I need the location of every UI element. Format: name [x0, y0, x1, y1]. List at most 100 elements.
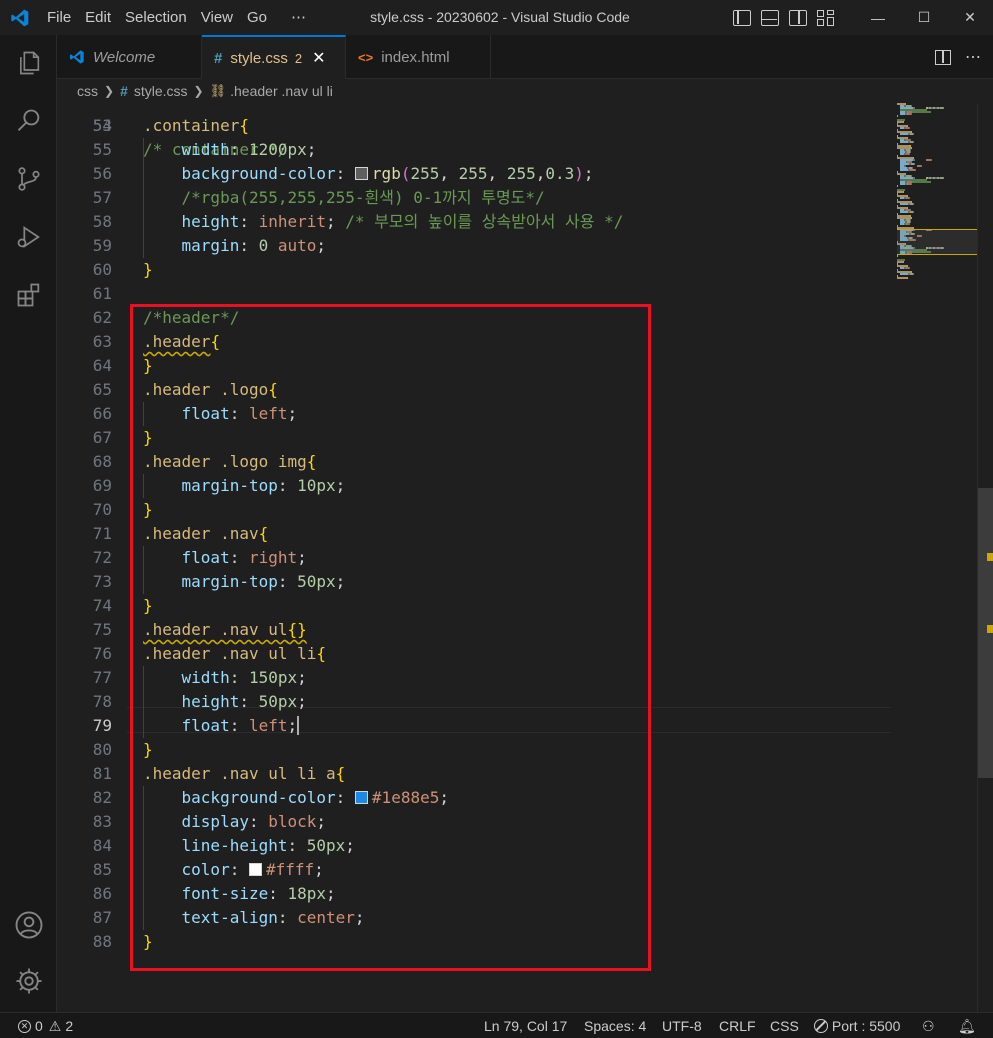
- code-token: {}: [287, 620, 307, 639]
- vertical-scrollbar[interactable]: [977, 103, 993, 1012]
- code-line[interactable]: 61: [57, 282, 893, 306]
- menu-selection[interactable]: Selection: [118, 0, 194, 35]
- code-line[interactable]: 76 .header .nav ul li{: [57, 642, 893, 666]
- split-editor-icon[interactable]: [935, 49, 951, 65]
- code-line[interactable]: 69 margin-top: 10px;: [57, 474, 893, 498]
- code-line[interactable]: 75 .header .nav ul{}: [57, 618, 893, 642]
- color-swatch[interactable]: [354, 167, 368, 180]
- code-line[interactable]: 58 height: inherit; /* 부모의 높이를 상속받아서 사용 …: [57, 210, 893, 234]
- accounts-feedback-icon[interactable]: ⚇: [922, 1013, 935, 1038]
- minimize-button[interactable]: —: [855, 0, 901, 35]
- code-line[interactable]: 72 float: right;: [57, 546, 893, 570]
- code-line[interactable]: 88}: [57, 930, 893, 954]
- language-mode[interactable]: CSS: [770, 1013, 799, 1038]
- color-swatch[interactable]: [248, 863, 262, 876]
- run-debug-icon[interactable]: [0, 213, 57, 261]
- extensions-icon[interactable]: [0, 271, 57, 319]
- minimap-viewport[interactable]: [897, 229, 977, 255]
- code-line[interactable]: 84 line-height: 50px;: [57, 834, 893, 858]
- toggle-secondary-sidebar-icon[interactable]: [789, 9, 807, 26]
- menu-go[interactable]: Go: [240, 0, 274, 35]
- breadcrumb-symbol[interactable]: .header .nav ul li: [230, 83, 333, 99]
- code-line[interactable]: 71 .header .nav{: [57, 522, 893, 546]
- close-button[interactable]: ✕: [947, 0, 993, 35]
- code-token: {: [258, 524, 269, 543]
- line-number: 63: [92, 332, 112, 351]
- minimap-line: [913, 141, 914, 143]
- code-line[interactable]: 82 background-color: #1e88e5;: [57, 786, 893, 810]
- tab-style-css[interactable]: # style.css 2 ✕: [202, 35, 346, 79]
- code-line[interactable]: 55 width: 1200px;: [57, 138, 893, 162]
- toggle-panel-icon[interactable]: [761, 9, 779, 26]
- code-token: }: [143, 500, 153, 519]
- code-text: height: 50px;: [143, 690, 307, 714]
- notifications-bell-icon[interactable]: 🔔︎: [958, 1013, 976, 1038]
- minimap-line: [909, 127, 910, 129]
- code-editor[interactable]: 53 /* container */ 54 .container{55 width…: [57, 103, 993, 1012]
- close-tab-icon[interactable]: ✕: [312, 48, 325, 68]
- line-number: 59: [92, 236, 112, 255]
- indentation[interactable]: Spaces: 4: [584, 1013, 646, 1038]
- code-line[interactable]: 74}: [57, 594, 893, 618]
- more-actions-icon[interactable]: ⋯: [965, 47, 981, 67]
- manage-gear-icon[interactable]: [0, 957, 57, 1005]
- code-line[interactable]: 65 .header .logo{: [57, 378, 893, 402]
- accounts-icon[interactable]: [0, 901, 57, 949]
- code-line[interactable]: 81 .header .nav ul li a{: [57, 762, 893, 786]
- search-icon[interactable]: [0, 97, 57, 145]
- code-line[interactable]: 85 color: #ffff;: [57, 858, 893, 882]
- code-line[interactable]: 56 background-color: rgb(255, 255, 255,0…: [57, 162, 893, 186]
- code-line[interactable]: 63 .header{: [57, 330, 893, 354]
- toggle-primary-sidebar-icon[interactable]: [733, 9, 751, 26]
- live-server-port[interactable]: Port : 5500: [814, 1013, 900, 1038]
- menu-more[interactable]: ⋯: [284, 0, 313, 35]
- code-text: float: left;: [143, 402, 298, 426]
- code-line[interactable]: 59 margin: 0 auto;: [57, 234, 893, 258]
- code-line[interactable]: 70}: [57, 498, 893, 522]
- code-line[interactable]: 68 .header .logo img{: [57, 450, 893, 474]
- tab-index-html[interactable]: <> index.html: [346, 35, 491, 79]
- customize-layout-icon[interactable]: [817, 9, 835, 26]
- breadcrumb-folder[interactable]: css: [77, 83, 98, 99]
- code-line[interactable]: 79 float: left;: [57, 714, 893, 738]
- line-number: 74: [92, 596, 112, 615]
- code-text: }: [143, 426, 153, 450]
- minimap[interactable]: [897, 103, 977, 283]
- scrollbar-thumb[interactable]: [978, 488, 993, 778]
- source-control-icon[interactable]: [0, 155, 57, 203]
- code-line[interactable]: 77 width: 150px;: [57, 666, 893, 690]
- minimap-line: [931, 159, 933, 161]
- problems-indicator[interactable]: ✕ 0 ⚠ 2: [18, 1013, 73, 1038]
- breadcrumb-file[interactable]: style.css: [134, 83, 188, 99]
- menu-file[interactable]: File: [40, 0, 78, 35]
- cursor-position[interactable]: Ln 79, Col 17: [484, 1013, 567, 1038]
- code-token: ;: [316, 236, 327, 255]
- end-of-line[interactable]: CRLF: [719, 1013, 756, 1038]
- tab-welcome[interactable]: Welcome: [57, 35, 202, 79]
- code-line[interactable]: 66 float: left;: [57, 402, 893, 426]
- code-line[interactable]: 73 margin-top: 50px;: [57, 570, 893, 594]
- code-line[interactable]: 57 /*rgba(255,255,255-흰색) 0-1까지 투명도*/: [57, 186, 893, 210]
- code-line[interactable]: 64}: [57, 354, 893, 378]
- code-line[interactable]: 62 /*header*/: [57, 306, 893, 330]
- tab-index-html-label: index.html: [381, 48, 450, 66]
- code-text: }: [143, 498, 153, 522]
- explorer-icon[interactable]: [0, 39, 57, 87]
- file-encoding[interactable]: UTF-8: [662, 1013, 702, 1038]
- line-number: 87: [92, 908, 112, 927]
- menu-view[interactable]: View: [194, 0, 240, 35]
- code-line[interactable]: 83 display: block;: [57, 810, 893, 834]
- code-line[interactable]: 78 height: 50px;: [57, 690, 893, 714]
- code-line[interactable]: 87 text-align: center;: [57, 906, 893, 930]
- menu-edit[interactable]: Edit: [78, 0, 118, 35]
- code-token: width: [181, 668, 230, 687]
- code-line[interactable]: 80}: [57, 738, 893, 762]
- color-swatch[interactable]: [354, 791, 368, 804]
- code-line[interactable]: 86 font-size: 18px;: [57, 882, 893, 906]
- minimap-line: [900, 133, 909, 135]
- code-line[interactable]: 54 .container{: [57, 114, 893, 138]
- code-line[interactable]: 67}: [57, 426, 893, 450]
- maximize-button[interactable]: ☐: [901, 0, 947, 35]
- code-line[interactable]: 60}: [57, 258, 893, 282]
